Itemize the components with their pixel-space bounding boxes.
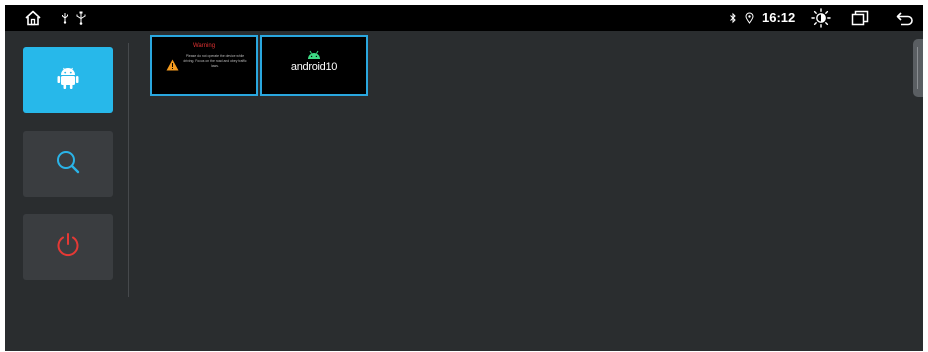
clock: 16:12 [762, 10, 796, 25]
recent-app-warning[interactable]: Warning Please do not operate the device… [150, 35, 258, 96]
android10-label: android10 [290, 61, 338, 73]
screen: 16:12 Warning Please do not operate the … [5, 5, 923, 351]
location-icon [744, 5, 754, 31]
warning-title: Warning [192, 43, 216, 49]
warning-text: Please do not operate the device while d… [183, 54, 247, 68]
home-icon[interactable] [23, 5, 43, 31]
status-bar: 16:12 [5, 5, 923, 31]
recent-app-android10[interactable]: android10 [260, 35, 368, 96]
brightness-icon[interactable] [811, 5, 831, 31]
android-icon [57, 66, 79, 95]
edge-panel-handle[interactable] [913, 39, 923, 97]
android-button[interactable] [23, 47, 113, 113]
search-icon [55, 149, 81, 180]
usb-alt-icon [74, 5, 88, 31]
usb-icon [60, 5, 70, 31]
search-button[interactable] [23, 131, 113, 197]
power-icon [55, 232, 81, 263]
power-button[interactable] [23, 214, 113, 280]
warning-icon [166, 58, 179, 76]
sidebar-divider [128, 43, 129, 297]
back-icon[interactable] [894, 5, 916, 31]
recent-apps-icon[interactable] [850, 5, 870, 31]
bluetooth-icon [728, 5, 738, 31]
